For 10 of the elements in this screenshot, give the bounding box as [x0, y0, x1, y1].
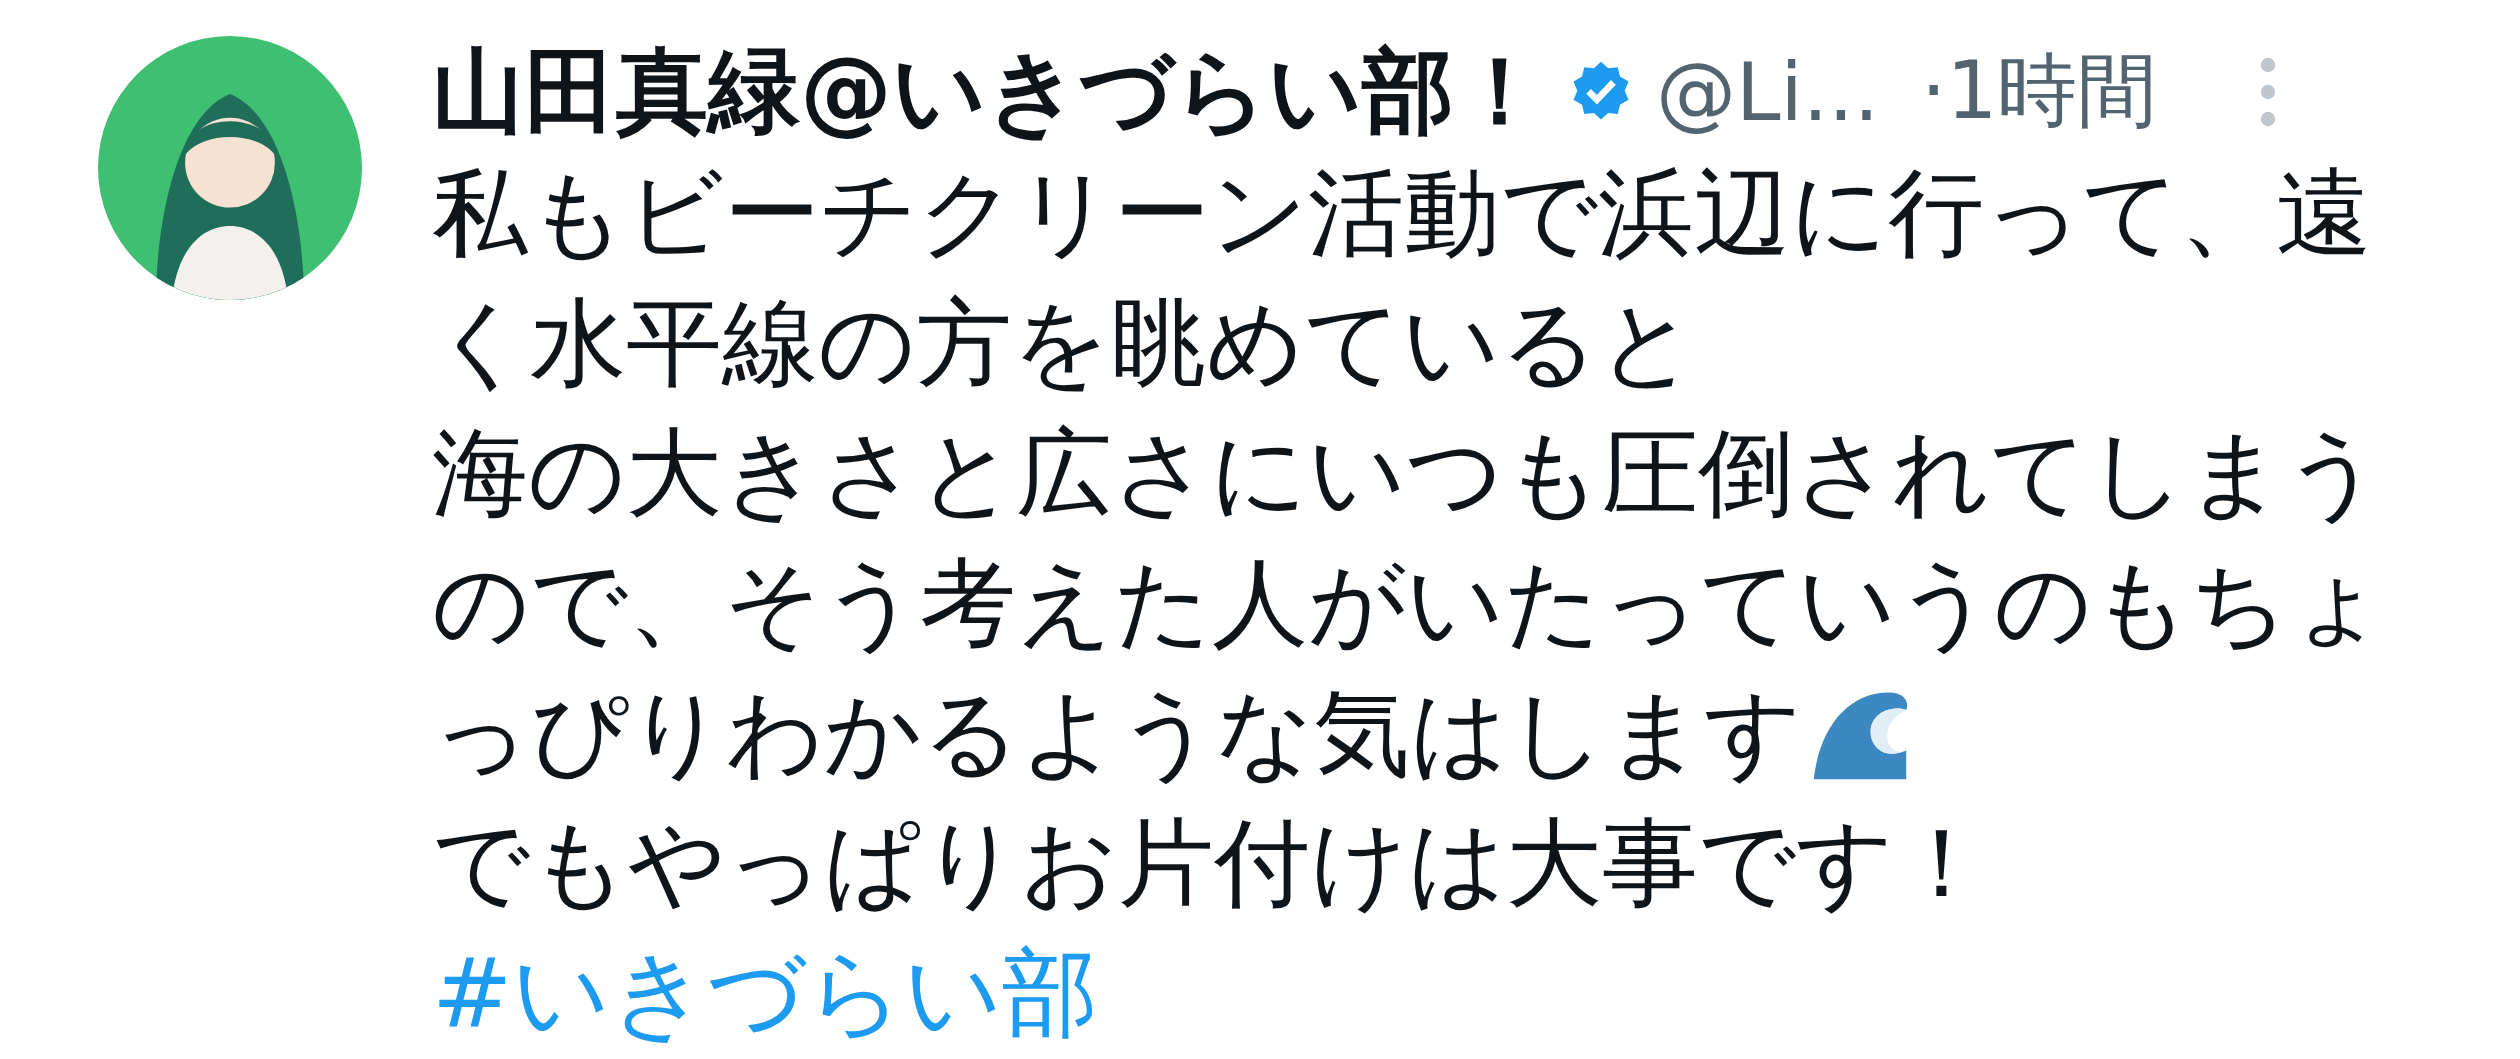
post-text-line: ので、そう考えた人がいたっていうのもちょ — [432, 546, 2386, 661]
user-handle[interactable]: @Li... — [1656, 45, 1880, 139]
post-time[interactable]: ·1時間 — [1921, 38, 2158, 146]
post-text-line: く水平線の方を眺めていると — [432, 286, 1696, 401]
post-text-line: 私もビーチクリーン活動で浜辺に行って、遠 — [432, 156, 2372, 271]
author-name[interactable]: 山田真緑@いきづらい部！ — [432, 30, 1546, 154]
post-text-line: 海の大きさと広さにいつも圧倒されてしまう — [432, 416, 2382, 531]
post-text-line: っぴりわかるような気はします — [432, 676, 1802, 791]
post-text-line: でもやっぱりお片付けは大事です！ — [432, 806, 1990, 921]
avatar[interactable] — [98, 36, 362, 300]
